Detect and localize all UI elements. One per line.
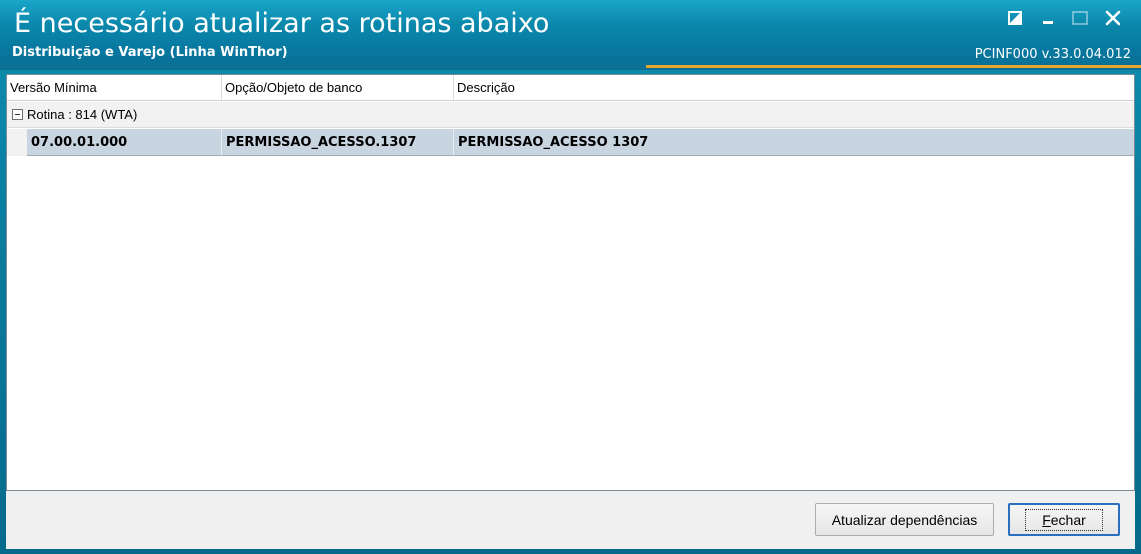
column-header-descricao[interactable]: Descrição (454, 75, 1134, 101)
group-label: Rotina : 814 (WTA) (27, 107, 138, 122)
maximize-icon (1072, 11, 1088, 25)
group-row[interactable]: Rotina : 814 (WTA) (7, 102, 1134, 128)
dialog-title: É necessário atualizar as rotinas abaixo (14, 8, 550, 39)
row-indent (7, 129, 27, 156)
close-button[interactable]: Fechar (1008, 503, 1120, 536)
version-label: PCINF000 v.33.0.04.012 (974, 47, 1131, 62)
minimize-button[interactable] (1036, 6, 1060, 30)
update-dependencies-label: Atualizar dependências (831, 511, 978, 528)
cell-versao-minima[interactable]: 07.00.01.000 (27, 129, 222, 156)
update-dependencies-button[interactable]: Atualizar dependências (815, 503, 994, 536)
dialog-subtitle: Distribuição e Varejo (Linha WinThor) (12, 45, 288, 60)
maximize-button[interactable] (1068, 6, 1092, 30)
cell-descricao[interactable]: PERMISSAO_ACESSO 1307 (454, 129, 1134, 156)
title-bar[interactable]: É necessário atualizar as rotinas abaixo… (0, 0, 1141, 70)
close-button-label: Fechar (1025, 508, 1103, 531)
collapse-icon[interactable] (12, 109, 23, 120)
cell-opcao-objeto[interactable]: PERMISSAO_ACESSO.1307 (222, 129, 454, 156)
restore-button[interactable] (1003, 6, 1027, 30)
close-window-button[interactable] (1101, 6, 1125, 30)
restore-icon (1008, 11, 1022, 25)
dialog-window: É necessário atualizar as rotinas abaixo… (0, 0, 1141, 554)
column-header-versao-minima[interactable]: Versão Mínima (7, 75, 222, 101)
close-icon (1105, 10, 1121, 26)
button-bar: Atualizar dependências Fechar (6, 491, 1135, 549)
column-header-opcao-objeto[interactable]: Opção/Objeto de banco (222, 75, 454, 101)
grid-header: Versão Mínima Opção/Objeto de banco Desc… (7, 75, 1134, 101)
minimize-icon (1043, 21, 1053, 24)
routines-grid: Versão Mínima Opção/Objeto de banco Desc… (6, 74, 1135, 491)
table-row[interactable]: 07.00.01.000 PERMISSAO_ACESSO.1307 PERMI… (7, 129, 1134, 156)
accent-line (646, 65, 1141, 68)
